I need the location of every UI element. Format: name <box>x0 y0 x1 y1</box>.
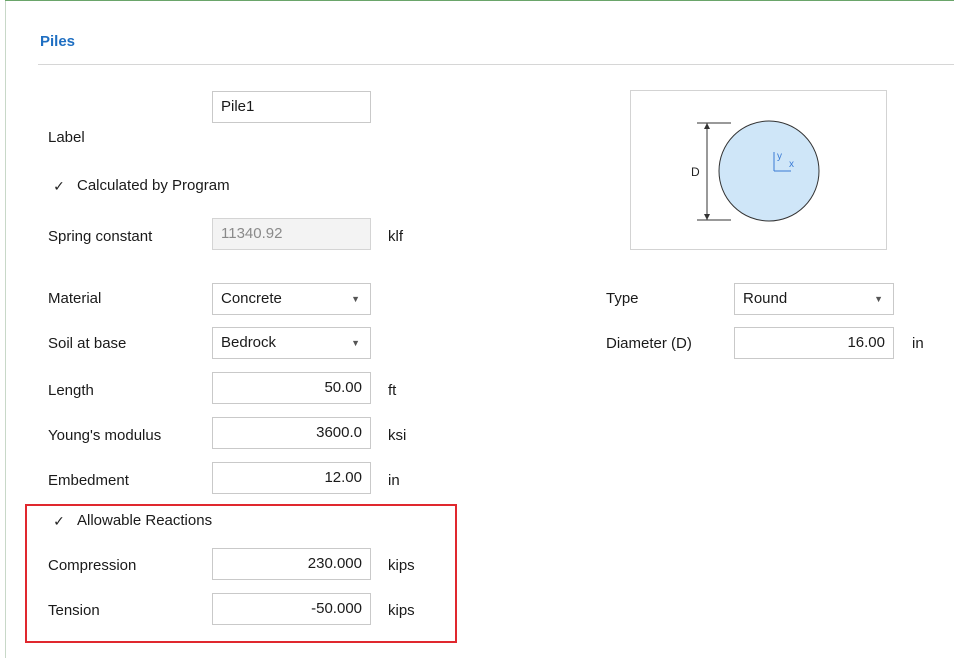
panel-top-border <box>5 0 954 1</box>
tension-label: Tension <box>48 602 100 619</box>
panel-left-border <box>5 0 6 658</box>
youngs-modulus-unit: ksi <box>388 427 407 444</box>
soil-at-base-value: Bedrock <box>221 334 277 351</box>
length-label: Length <box>48 382 94 399</box>
pile-section-diagram: D y x <box>630 90 887 250</box>
chevron-down-icon: ▼ <box>351 294 360 304</box>
material-select[interactable]: Concrete ▼ <box>212 283 371 315</box>
compression-input[interactable]: 230.000 <box>212 548 371 580</box>
dimension-arrow-top <box>704 123 710 129</box>
youngs-modulus-input[interactable]: 3600.0 <box>212 417 371 449</box>
calculated-by-program-label: Calculated by Program <box>77 177 230 194</box>
pile-circle <box>718 120 820 222</box>
diameter-label: Diameter (D) <box>606 335 692 352</box>
allowable-reactions-checkbox[interactable]: ✓ Allowable Reactions <box>51 512 212 529</box>
youngs-modulus-label: Young's modulus <box>48 427 162 444</box>
dimension-label: D <box>691 165 700 179</box>
spring-constant-unit: klf <box>388 228 403 245</box>
axis-y-label: y <box>777 151 782 162</box>
embedment-label: Embedment <box>48 472 129 489</box>
length-unit: ft <box>388 382 397 399</box>
compression-label: Compression <box>48 557 137 574</box>
soil-at-base-label: Soil at base <box>48 335 127 352</box>
soil-at-base-select[interactable]: Bedrock ▼ <box>212 327 371 359</box>
section-title: Piles <box>40 33 76 50</box>
diameter-input[interactable]: 16.00 <box>734 327 894 359</box>
tension-input[interactable]: -50.000 <box>212 593 371 625</box>
chevron-down-icon: ▼ <box>874 294 883 304</box>
round-pile-diagram: D y x <box>691 120 820 222</box>
embedment-unit: in <box>388 472 400 489</box>
section-divider <box>38 64 954 65</box>
type-label: Type <box>606 290 639 307</box>
checkmark-icon: ✓ <box>53 177 65 194</box>
spring-constant-label: Spring constant <box>48 228 153 245</box>
axis-x-label: x <box>789 159 794 170</box>
allowable-reactions-label: Allowable Reactions <box>77 512 213 529</box>
label-input[interactable]: Pile1 <box>212 91 371 123</box>
material-value: Concrete <box>221 290 282 307</box>
label-field-label: Label <box>48 129 85 146</box>
embedment-input[interactable]: 12.00 <box>212 462 371 494</box>
calculated-by-program-checkbox[interactable]: ✓ Calculated by Program <box>51 177 230 194</box>
diameter-unit: in <box>912 335 924 352</box>
chevron-down-icon: ▼ <box>351 338 360 348</box>
material-label: Material <box>48 290 102 307</box>
dimension-arrow-bottom <box>704 214 710 220</box>
type-value: Round <box>743 290 788 307</box>
tension-unit: kips <box>388 602 415 619</box>
length-input[interactable]: 50.00 <box>212 372 371 404</box>
checkmark-icon: ✓ <box>53 512 65 529</box>
spring-constant-input: 11340.92 <box>212 218 371 250</box>
type-select[interactable]: Round ▼ <box>734 283 894 315</box>
compression-unit: kips <box>388 557 415 574</box>
